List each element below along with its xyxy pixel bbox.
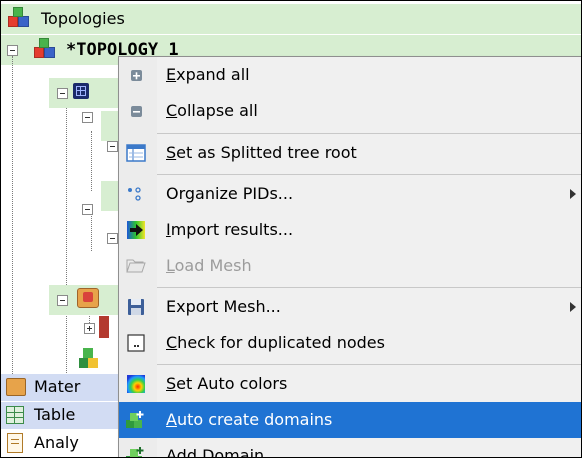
menu-item-add-domain[interactable]: Add Domain... bbox=[119, 438, 581, 458]
tree-label-topologies: Topologies bbox=[41, 9, 125, 28]
topology-icon bbox=[34, 38, 56, 60]
menu-item-expand-all[interactable]: Expand all bbox=[119, 57, 581, 93]
organize-pids-icon bbox=[125, 184, 147, 204]
menu-separator bbox=[157, 174, 581, 175]
submenu-arrow-icon bbox=[570, 302, 576, 312]
topologies-icon bbox=[8, 7, 30, 29]
tree-label-analysis: Analy bbox=[34, 433, 79, 452]
menu-item-check-duplicated-nodes[interactable]: Check for duplicated nodes bbox=[119, 325, 581, 361]
menu-item-organize-pids[interactable]: Organize PIDs... bbox=[119, 176, 581, 212]
menu-item-label: Expand all bbox=[166, 65, 250, 84]
collapse-toggle-child[interactable] bbox=[82, 204, 93, 215]
mesh-icon bbox=[73, 83, 89, 99]
split-tree-icon bbox=[125, 143, 147, 163]
collapse-toggle-parts[interactable] bbox=[57, 295, 68, 306]
check-duplicates-icon bbox=[125, 333, 147, 353]
tree-label-tables: Table bbox=[34, 405, 76, 424]
tree-row-child[interactable] bbox=[101, 111, 119, 141]
part-icon bbox=[99, 316, 109, 338]
load-mesh-icon bbox=[125, 256, 147, 276]
collapse-toggle-topology[interactable] bbox=[7, 45, 18, 56]
table-icon bbox=[6, 406, 24, 424]
domains-icon bbox=[79, 348, 101, 370]
collapse-toggle-child[interactable] bbox=[107, 233, 118, 244]
menu-item-label: Set as Splitted tree root bbox=[166, 143, 357, 162]
menu-item-label: Set Auto colors bbox=[166, 374, 288, 393]
tree-connector bbox=[12, 56, 13, 374]
submenu-arrow-icon bbox=[570, 189, 576, 199]
menu-item-label: Collapse all bbox=[166, 101, 258, 120]
menu-separator bbox=[157, 364, 581, 365]
menu-separator bbox=[157, 287, 581, 288]
menu-item-label: Load Mesh bbox=[166, 256, 252, 275]
auto-colors-icon bbox=[125, 374, 147, 394]
import-results-icon bbox=[125, 220, 147, 240]
collapse-toggle-child[interactable] bbox=[82, 112, 93, 123]
menu-item-export-mesh[interactable]: Export Mesh... bbox=[119, 289, 581, 325]
analysis-icon bbox=[7, 433, 23, 453]
expand-all-icon bbox=[125, 65, 147, 85]
collapse-toggle-child[interactable] bbox=[107, 141, 118, 152]
menu-item-label: Organize PIDs... bbox=[166, 184, 294, 203]
menu-item-label: Add Domain... bbox=[166, 446, 280, 458]
menu-item-label: Import results... bbox=[166, 220, 294, 239]
menu-item-set-splitted-tree-root[interactable]: Set as Splitted tree root bbox=[119, 135, 581, 171]
expand-toggle-part[interactable] bbox=[84, 323, 95, 334]
tree-row-child[interactable] bbox=[101, 181, 119, 211]
tree-connector bbox=[91, 211, 92, 251]
context-menu: Expand all Collapse all Set as Splitted … bbox=[118, 56, 581, 458]
add-domain-icon bbox=[125, 446, 147, 457]
parts-folder-icon bbox=[77, 288, 99, 308]
auto-create-domains-icon bbox=[125, 410, 147, 430]
menu-separator bbox=[157, 133, 581, 134]
collapse-all-icon bbox=[125, 101, 147, 121]
menu-item-collapse-all[interactable]: Collapse all bbox=[119, 93, 581, 129]
tree-connector bbox=[66, 105, 67, 383]
export-mesh-icon bbox=[125, 297, 147, 317]
menu-item-label: Export Mesh... bbox=[166, 297, 281, 316]
materials-icon bbox=[6, 378, 26, 396]
menu-item-auto-create-domains[interactable]: Auto create domains bbox=[119, 402, 581, 438]
menu-item-set-auto-colors[interactable]: Set Auto colors bbox=[119, 366, 581, 402]
tree-connector bbox=[91, 131, 92, 191]
menu-item-label: Check for duplicated nodes bbox=[166, 333, 385, 352]
application-frame: Topologies *TOPOLOGY 1 Mater Table Analy… bbox=[0, 0, 582, 458]
menu-item-label: Auto create domains bbox=[166, 410, 333, 429]
menu-item-import-results[interactable]: Import results... bbox=[119, 212, 581, 248]
tree-label-materials: Mater bbox=[34, 377, 81, 396]
menu-item-load-mesh[interactable]: Load Mesh bbox=[119, 248, 581, 284]
collapse-toggle-mesh[interactable] bbox=[57, 88, 68, 99]
